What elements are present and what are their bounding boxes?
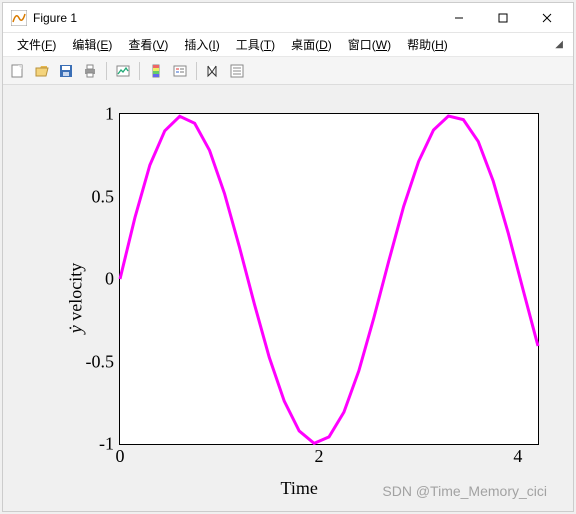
toolbar-separator	[106, 62, 107, 80]
save-button[interactable]	[55, 60, 77, 82]
menu-window[interactable]: 窗口(W)	[340, 34, 399, 55]
menu-help[interactable]: 帮助(H)	[399, 34, 456, 55]
window-title: Figure 1	[33, 11, 437, 25]
ytick: 0	[105, 269, 120, 290]
plot-area: ẏ velocity 1 0.5 0 -0.5 -1 0 2 4 Time	[3, 85, 573, 511]
ytick: 0.5	[92, 186, 121, 207]
menu-file[interactable]: 文件(F)	[9, 34, 64, 55]
menu-tools[interactable]: 工具(T)	[228, 34, 283, 55]
colorbar-button[interactable]	[145, 60, 167, 82]
menu-insert[interactable]: 插入(I)	[176, 34, 227, 55]
titlebar[interactable]: Figure 1	[3, 3, 573, 33]
app-icon	[11, 10, 27, 26]
figure-window: Figure 1 文件(F) 编辑(E) 查看(V) 插入(I) 工具(T) 桌…	[2, 2, 574, 512]
axes[interactable]: 1 0.5 0 -0.5 -1 0 2 4	[119, 113, 539, 445]
minimize-button[interactable]	[437, 4, 481, 32]
xtick: 4	[513, 444, 522, 467]
x-axis-label: Time	[281, 478, 318, 499]
toolbar-separator	[196, 62, 197, 80]
plot-canvas[interactable]: ẏ velocity 1 0.5 0 -0.5 -1 0 2 4 Time	[9, 91, 567, 505]
menu-view[interactable]: 查看(V)	[120, 34, 176, 55]
y-axis-label: ẏ velocity	[66, 263, 87, 333]
close-button[interactable]	[525, 4, 569, 32]
ytick: 1	[105, 104, 120, 125]
open-button[interactable]	[31, 60, 53, 82]
line-series	[120, 114, 538, 444]
toolbar	[3, 57, 573, 85]
edit-plot-button[interactable]	[202, 60, 224, 82]
watermark: SDN @Time_Memory_cici	[382, 483, 547, 499]
property-inspector-button[interactable]	[226, 60, 248, 82]
link-plot-button[interactable]	[112, 60, 134, 82]
toolbar-separator	[139, 62, 140, 80]
menu-overflow-icon[interactable]: ◢	[551, 39, 567, 50]
legend-button[interactable]	[169, 60, 191, 82]
print-button[interactable]	[79, 60, 101, 82]
new-figure-button[interactable]	[7, 60, 29, 82]
menu-desktop[interactable]: 桌面(D)	[283, 34, 340, 55]
menu-edit[interactable]: 编辑(E)	[64, 34, 120, 55]
xtick: 2	[314, 444, 323, 467]
ytick: -0.5	[86, 351, 121, 372]
xtick: 0	[116, 444, 125, 467]
maximize-button[interactable]	[481, 4, 525, 32]
menubar: 文件(F) 编辑(E) 查看(V) 插入(I) 工具(T) 桌面(D) 窗口(W…	[3, 33, 573, 57]
